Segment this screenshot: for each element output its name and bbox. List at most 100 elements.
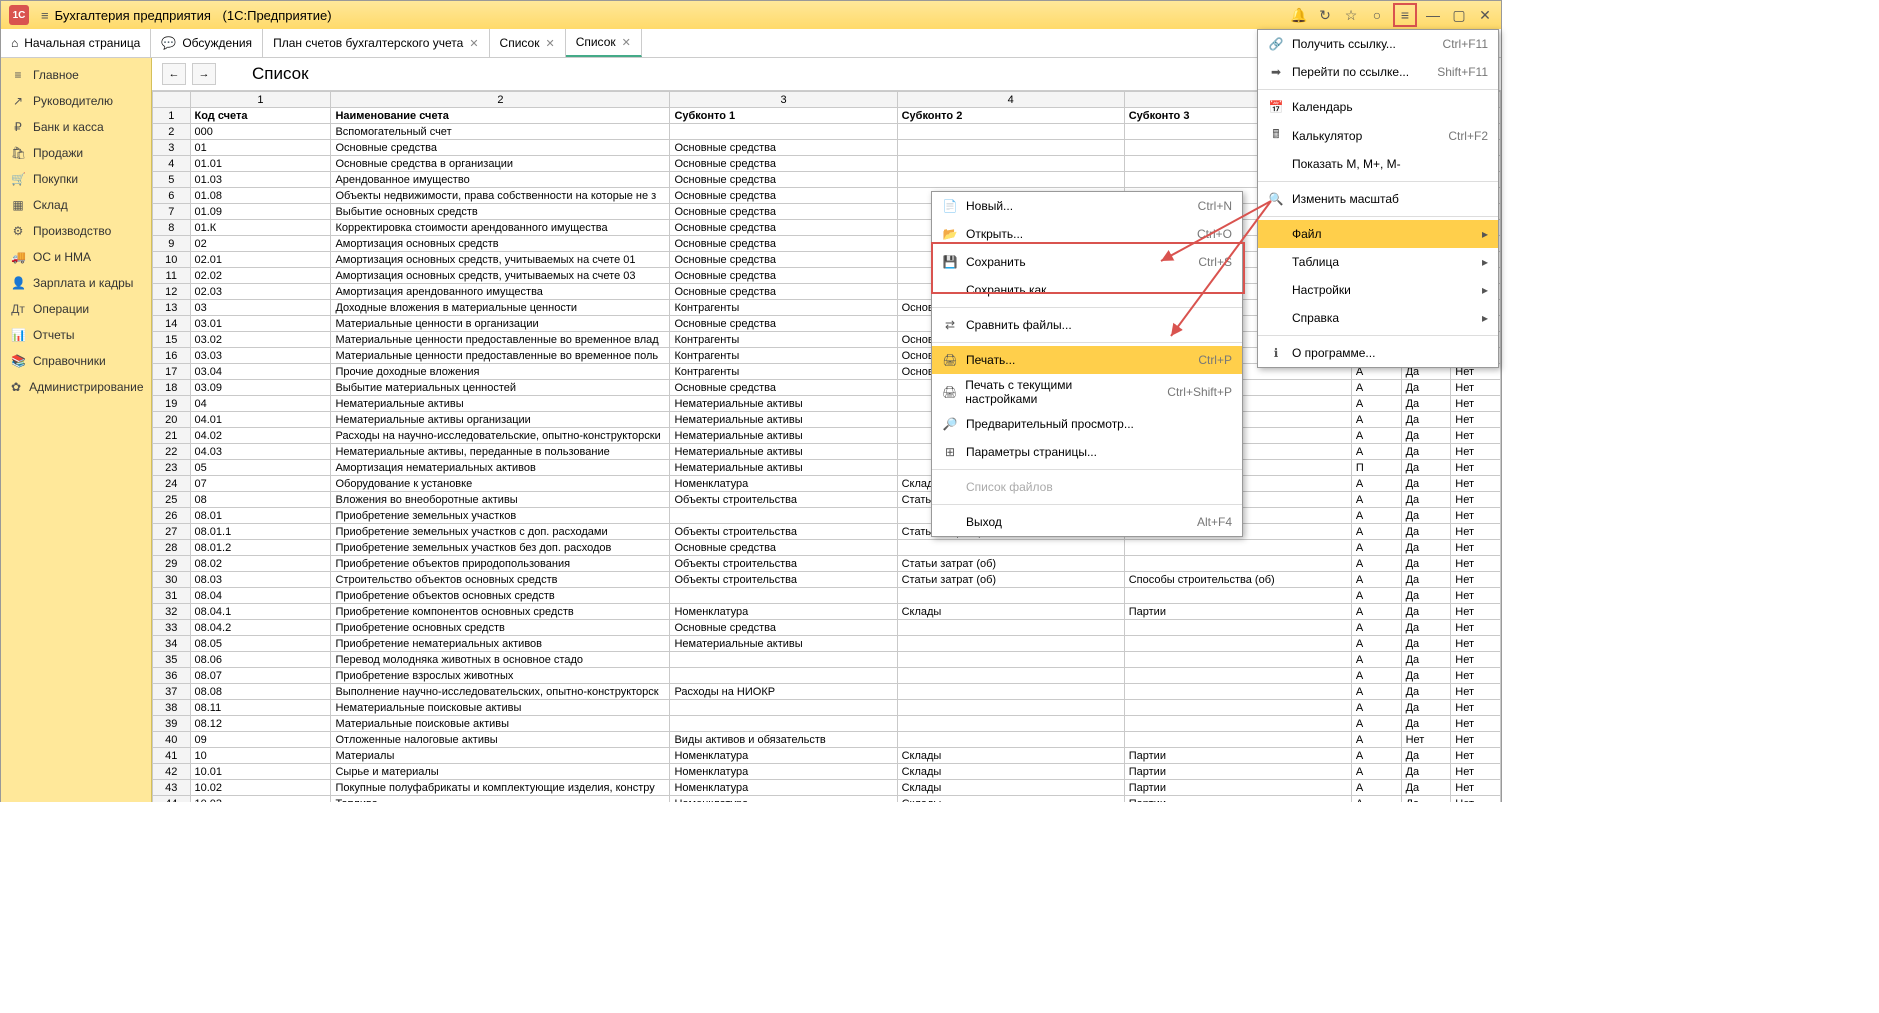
hamburger-icon[interactable]: ≡ [41, 8, 49, 23]
tab-home[interactable]: ⌂Начальная страница [1, 29, 151, 57]
menu-item[interactable]: ВыходAlt+F4 [932, 508, 1242, 536]
tab-list-2[interactable]: Список✕ [566, 29, 642, 57]
nav-fwd-button[interactable]: → [192, 63, 216, 85]
menu-label: Календарь [1292, 100, 1353, 114]
tab-list-1[interactable]: Список✕ [490, 29, 566, 57]
star-icon[interactable]: ☆ [1343, 7, 1359, 23]
menu-item[interactable]: Таблица▸ [1258, 248, 1498, 276]
sidebar-label: Склад [33, 198, 68, 212]
sidebar-item-10[interactable]: 📊Отчеты [1, 322, 151, 348]
menu-item[interactable]: 💾СохранитьCtrl+S [932, 248, 1242, 276]
sidebar-label: Главное [33, 68, 79, 82]
menu-item[interactable]: 🖨Печать...Ctrl+P [932, 346, 1242, 374]
sidebar-item-12[interactable]: ✿Администрирование [1, 374, 151, 400]
sidebar-item-1[interactable]: ↗Руководителю [1, 88, 151, 114]
table-row[interactable]: 1904Нематериальные активыНематериальные … [153, 396, 1501, 412]
sidebar-icon: ⚙ [11, 224, 25, 238]
sidebar-item-6[interactable]: ⚙ Производство [1, 218, 151, 244]
app-subtitle: (1С:Предприятие) [223, 8, 332, 23]
menu-item[interactable]: 🖩КалькуляторCtrl+F2 [1258, 121, 1498, 150]
table-row[interactable]: 2104.02Расходы на научно-исследовательск… [153, 428, 1501, 444]
menu-item[interactable]: 📅Календарь [1258, 93, 1498, 121]
table-row[interactable]: 2204.03Нематериальные активы, переданные… [153, 444, 1501, 460]
close-tab-icon[interactable]: ✕ [545, 37, 554, 50]
menu-item[interactable]: ⇄Сравнить файлы... [932, 311, 1242, 339]
table-row[interactable]: 2708.01.1Приобретение земельных участков… [153, 524, 1501, 540]
table-row[interactable]: 3908.12Материальные поисковые активыАДаН… [153, 716, 1501, 732]
table-row[interactable]: 4009Отложенные налоговые активыВиды акти… [153, 732, 1501, 748]
table-row[interactable]: 3808.11Нематериальные поисковые активыАД… [153, 700, 1501, 716]
minimize-icon[interactable]: — [1425, 7, 1441, 23]
chevron-right-icon: ▸ [1482, 283, 1488, 297]
table-row[interactable]: 4110МатериалыНоменклатураСкладыПартииАДа… [153, 748, 1501, 764]
menu-label: О программе... [1292, 346, 1375, 360]
table-row[interactable]: 2808.01.2Приобретение земельных участков… [153, 540, 1501, 556]
sidebar-item-3[interactable]: 🛍Продажи [1, 140, 151, 166]
menu-item[interactable]: 🔍Изменить масштаб [1258, 185, 1498, 213]
table-row[interactable]: 2004.01Нематериальные активы организации… [153, 412, 1501, 428]
table-row[interactable]: 2407Оборудование к установкеНоменклатура… [153, 476, 1501, 492]
menu-item[interactable]: Показать M, M+, M- [1258, 150, 1498, 178]
sidebar-item-0[interactable]: ≡ Главное [1, 62, 151, 88]
close-tab-icon[interactable]: ✕ [622, 36, 631, 49]
circle-icon[interactable]: ○ [1369, 7, 1385, 23]
table-row[interactable]: 2305Амортизация нематериальных активовНе… [153, 460, 1501, 476]
shortcut: Ctrl+F2 [1428, 129, 1488, 143]
sidebar-item-11[interactable]: 📚Справочники [1, 348, 151, 374]
main-menu-icon[interactable]: ≡ [1395, 5, 1415, 25]
table-row[interactable]: 2608.01Приобретение земельных участковАД… [153, 508, 1501, 524]
sidebar-item-7[interactable]: 🚚 ОС и НМА [1, 244, 151, 270]
bell-icon[interactable]: 🔔 [1291, 7, 1307, 23]
sidebar-label: ОС и НМА [33, 250, 91, 264]
table-row[interactable]: 3008.03Строительство объектов основных с… [153, 572, 1501, 588]
table-row[interactable]: 2508Вложения во внеоборотные активыОбъек… [153, 492, 1501, 508]
menu-item[interactable]: 🖨Печать с текущими настройкамиCtrl+Shift… [932, 374, 1242, 410]
sidebar-icon: ≡ [11, 68, 25, 82]
tab-accounts-plan[interactable]: План счетов бухгалтерского учета✕ [263, 29, 489, 57]
menu-item[interactable]: Настройки▸ [1258, 276, 1498, 304]
menu-icon: ➡ [1268, 65, 1284, 79]
menu-item[interactable]: Сохранить как... [932, 276, 1242, 304]
menu-item[interactable]: ➡Перейти по ссылке...Shift+F11 [1258, 58, 1498, 86]
history-icon[interactable]: ↻ [1317, 7, 1333, 23]
tab-discussions[interactable]: 💬Обсуждения [151, 29, 263, 57]
sidebar-item-2[interactable]: ₽Банк и касса [1, 114, 151, 140]
menu-label: Калькулятор [1292, 129, 1362, 143]
sidebar-item-4[interactable]: 🛒Покупки [1, 166, 151, 192]
close-icon[interactable]: ✕ [1477, 7, 1493, 23]
table-row[interactable]: 2908.02Приобретение объектов природополь… [153, 556, 1501, 572]
menu-item[interactable]: Файл▸ [1258, 220, 1498, 248]
table-row[interactable]: 1803.09Выбытие материальных ценностейОсн… [153, 380, 1501, 396]
view-title: Список [252, 64, 309, 84]
close-tab-icon[interactable]: ✕ [469, 37, 478, 50]
table-row[interactable]: 3308.04.2Приобретение основных средствОс… [153, 620, 1501, 636]
table-row[interactable]: 3508.06Перевод молодняка животных в осно… [153, 652, 1501, 668]
table-row[interactable]: 3108.04Приобретение объектов основных ср… [153, 588, 1501, 604]
menu-item[interactable]: 📂Открыть...Ctrl+O [932, 220, 1242, 248]
maximize-icon[interactable]: ▢ [1451, 7, 1467, 23]
menu-item[interactable]: Справка▸ [1258, 304, 1498, 332]
sidebar-item-8[interactable]: 👤Зарплата и кадры [1, 270, 151, 296]
file-submenu: 📄Новый...Ctrl+N📂Открыть...Ctrl+O💾Сохрани… [931, 191, 1243, 537]
table-row[interactable]: 3408.05Приобретение нематериальных актив… [153, 636, 1501, 652]
menu-item[interactable]: 🔎Предварительный просмотр... [932, 410, 1242, 438]
sidebar-item-9[interactable]: ДтОперации [1, 296, 151, 322]
nav-back-button[interactable]: ← [162, 63, 186, 85]
home-icon: ⌂ [11, 36, 18, 50]
table-row[interactable]: 3208.04.1Приобретение компонентов основн… [153, 604, 1501, 620]
sidebar-item-5[interactable]: ▦Склад [1, 192, 151, 218]
menu-item[interactable]: 📄Новый...Ctrl+N [932, 192, 1242, 220]
menu-icon: ℹ [1268, 346, 1284, 360]
sidebar-label: Продажи [33, 146, 83, 160]
sidebar-label: Производство [33, 224, 111, 238]
table-row[interactable]: 4210.01Сырье и материалыНоменклатураСкла… [153, 764, 1501, 780]
menu-item[interactable]: 🔗Получить ссылку...Ctrl+F11 [1258, 30, 1498, 58]
table-row[interactable]: 4310.02Покупные полуфабрикаты и комплект… [153, 780, 1501, 796]
table-row[interactable]: 3708.08Выполнение научно-исследовательск… [153, 684, 1501, 700]
sidebar-icon: 🚚 [11, 250, 25, 264]
table-row[interactable]: 4410.03ТопливоНоменклатураСкладыПартииАД… [153, 796, 1501, 803]
sidebar-icon: ✿ [11, 380, 21, 394]
menu-item[interactable]: ⊞Параметры страницы... [932, 438, 1242, 466]
menu-item[interactable]: ℹ О программе... [1258, 339, 1498, 367]
table-row[interactable]: 3608.07Приобретение взрослых животныхАДа… [153, 668, 1501, 684]
